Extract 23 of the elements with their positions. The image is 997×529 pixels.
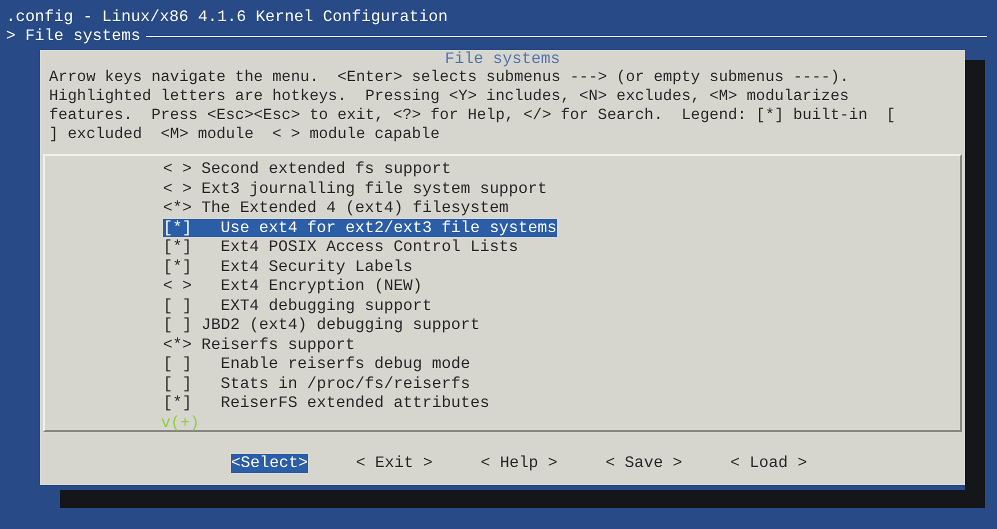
menu-item[interactable]: <*> Reiserfs support	[163, 336, 356, 354]
menu-item[interactable]: [*] ReiserFS extended attributes	[163, 394, 490, 412]
menu-item[interactable]: [*] Use ext4 for ext2/ext3 file systems	[163, 218, 557, 236]
menu-item[interactable]: [ ] Enable reiserfs debug mode	[163, 355, 470, 373]
dialog-button[interactable]: < Load >	[730, 454, 808, 473]
menu-item[interactable]: [*] Ext4 Security Labels	[163, 258, 413, 276]
menu-item[interactable]: <*> The Extended 4 (ext4) filesystem	[163, 199, 509, 217]
window-title: .config - Linux/x86 4.1.6 Kernel Configuration	[5, 8, 449, 27]
menu-item[interactable]: [ ] JBD2 (ext4) debugging support	[163, 316, 480, 334]
dialog-button[interactable]: < Exit >	[356, 454, 433, 473]
menu-item[interactable]: < > Ext4 Encryption (NEW)	[163, 277, 422, 295]
dialog-title: File systems	[444, 50, 562, 68]
help-text: Arrow keys navigate the menu. <Enter> selects submenus ---> (or empty submenus ----). Highlighted letters are hotkeys. Pressing <Y> includes, <N> excludes, <M> modularizes features. Press <Esc><Esc> to exit, <?> for Help, </> for Search. Legend: [*] built-in [ ] excluded <M> module < > module capable	[48, 68, 896, 144]
menu-item[interactable]: < > Ext3 journalling file system support	[163, 180, 548, 198]
menu-item[interactable]: [ ] Stats in /proc/fs/reiserfs	[163, 374, 470, 392]
breadcrumb: > File systems	[6, 27, 140, 46]
dialog-button[interactable]: <Select>	[231, 454, 308, 473]
menu-item[interactable]: < > Second extended fs support	[163, 160, 452, 178]
dialog-button[interactable]: < Help >	[480, 454, 558, 473]
menu-item[interactable]: [ ] EXT4 debugging support	[163, 296, 432, 314]
scroll-indicator: v(+)	[161, 414, 200, 432]
dialog-button[interactable]: < Save >	[605, 454, 682, 473]
menu-item[interactable]: [*] Ext4 POSIX Access Control Lists	[163, 238, 518, 256]
